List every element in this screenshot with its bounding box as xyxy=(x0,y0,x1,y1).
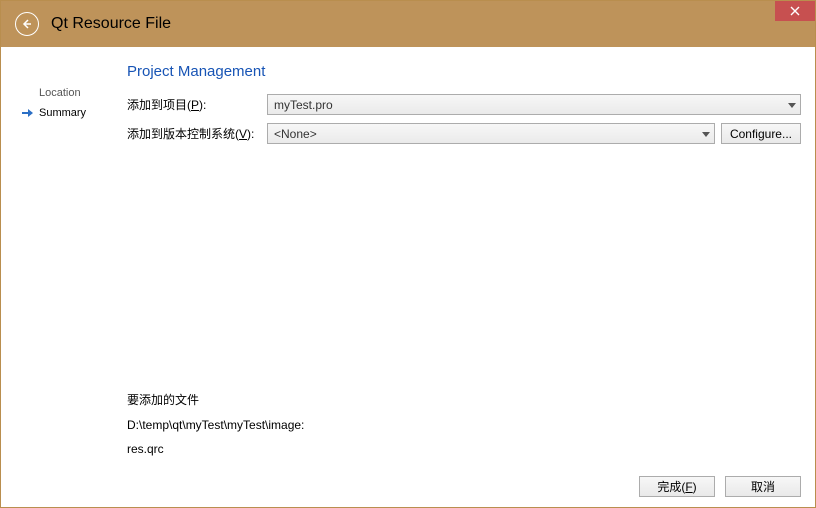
files-to-add: 要添加的文件 D:\temp\qt\myTest\myTest\image: r… xyxy=(127,391,801,466)
finish-button[interactable]: 完成(F) xyxy=(639,476,715,497)
chevron-down-icon xyxy=(702,127,710,141)
window-title: Qt Resource File xyxy=(51,15,171,33)
titlebar: Qt Resource File xyxy=(1,1,815,47)
sidebar-item-label: Summary xyxy=(39,107,86,119)
label-add-to-vcs: 添加到版本控制系统(V): xyxy=(127,125,267,142)
content-area: Location Summary Project Management xyxy=(1,47,815,507)
close-button[interactable] xyxy=(775,1,815,21)
sidebar-item-summary[interactable]: Summary xyxy=(15,103,127,123)
button-label: Configure... xyxy=(730,127,792,141)
combo-value: <None> xyxy=(274,127,317,141)
combo-add-to-vcs[interactable]: <None> xyxy=(267,123,715,144)
button-label: 取消 xyxy=(751,478,775,495)
close-icon xyxy=(790,6,800,16)
row-add-to-vcs: 添加到版本控制系统(V): <None> Configure... xyxy=(127,123,801,144)
back-button[interactable] xyxy=(15,12,39,36)
chevron-down-icon xyxy=(788,98,796,112)
files-heading: 要添加的文件 xyxy=(127,391,801,408)
right-pane: Project Management 添加到项目(P): myTest.pro xyxy=(127,63,801,466)
button-label: 完成(F) xyxy=(657,478,696,495)
row-add-to-project: 添加到项目(P): myTest.pro xyxy=(127,94,801,115)
sidebar-item-location[interactable]: Location xyxy=(15,83,127,103)
cancel-button[interactable]: 取消 xyxy=(725,476,801,497)
combo-value: myTest.pro xyxy=(274,98,333,112)
sidebar-item-label: Location xyxy=(39,87,81,99)
window-frame: Qt Resource File Location xyxy=(0,0,816,508)
files-path: D:\temp\qt\myTest\myTest\image: xyxy=(127,418,801,432)
back-arrow-icon xyxy=(21,18,33,30)
combo-add-to-project[interactable]: myTest.pro xyxy=(267,94,801,115)
footer: 完成(F) 取消 xyxy=(15,466,801,497)
files-list: res.qrc xyxy=(127,442,801,456)
sidebar: Location Summary xyxy=(15,63,127,466)
current-step-arrow-icon xyxy=(21,108,39,118)
configure-button[interactable]: Configure... xyxy=(721,123,801,144)
page-heading: Project Management xyxy=(127,63,801,80)
label-add-to-project: 添加到项目(P): xyxy=(127,96,267,113)
